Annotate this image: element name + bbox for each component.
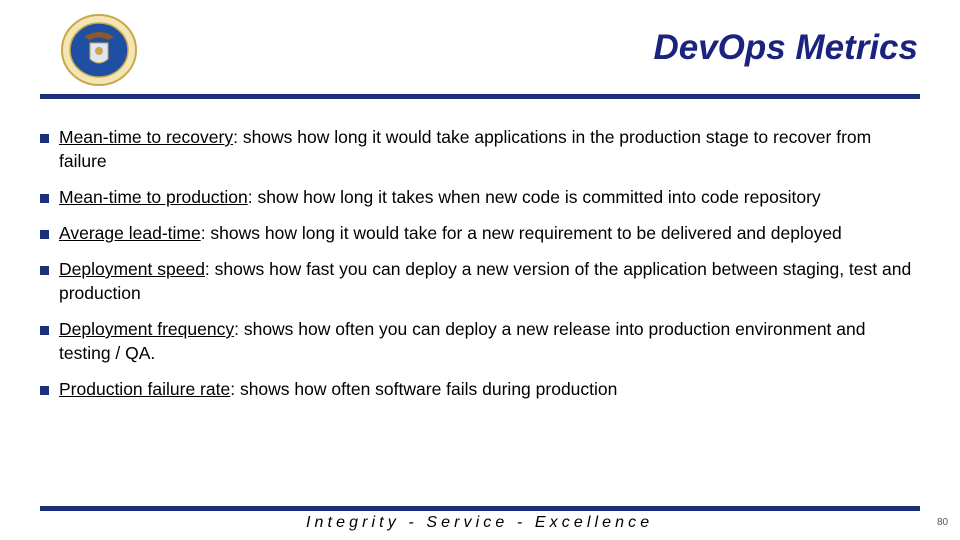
metric-term: Average lead-time bbox=[59, 223, 201, 243]
list-item: Production failure rate: shows how often… bbox=[40, 377, 920, 401]
metric-term: Deployment speed bbox=[59, 259, 205, 279]
footer-divider bbox=[40, 506, 920, 511]
square-bullet-icon bbox=[40, 134, 49, 143]
square-bullet-icon bbox=[40, 386, 49, 395]
metrics-list: Mean-time to recovery : shows how long it… bbox=[40, 125, 920, 413]
footer-motto: Integrity - Service - Excellence bbox=[306, 514, 654, 531]
header-divider bbox=[40, 94, 920, 99]
metric-description: : shows how often software fails during … bbox=[230, 379, 618, 399]
metric-description: : shows how long it would take for a new… bbox=[200, 223, 842, 243]
square-bullet-icon bbox=[40, 230, 49, 239]
metric-description: : show how long it takes when new code i… bbox=[247, 187, 821, 207]
slide-title: DevOps Metrics bbox=[653, 28, 918, 67]
metric-term: Deployment frequency bbox=[59, 319, 235, 339]
air-force-seal-logo bbox=[60, 13, 138, 87]
list-item: Average lead-time: shows how long it wou… bbox=[40, 221, 920, 245]
square-bullet-icon bbox=[40, 194, 49, 203]
page-number: 80 bbox=[937, 517, 949, 528]
list-item: Mean-time to recovery: shows how long it… bbox=[40, 125, 920, 173]
list-item: Deployment frequency: shows how often yo… bbox=[40, 317, 920, 365]
metric-term: Mean-time to production bbox=[59, 187, 248, 207]
list-item: Deployment speed: shows how fast you can… bbox=[40, 257, 920, 305]
metric-term: Mean-time to recovery bbox=[59, 127, 234, 147]
square-bullet-icon bbox=[40, 266, 49, 275]
metric-term: Production failure rate bbox=[59, 379, 231, 399]
square-bullet-icon bbox=[40, 326, 49, 335]
list-item: Mean-time to production: show how long i… bbox=[40, 185, 920, 209]
